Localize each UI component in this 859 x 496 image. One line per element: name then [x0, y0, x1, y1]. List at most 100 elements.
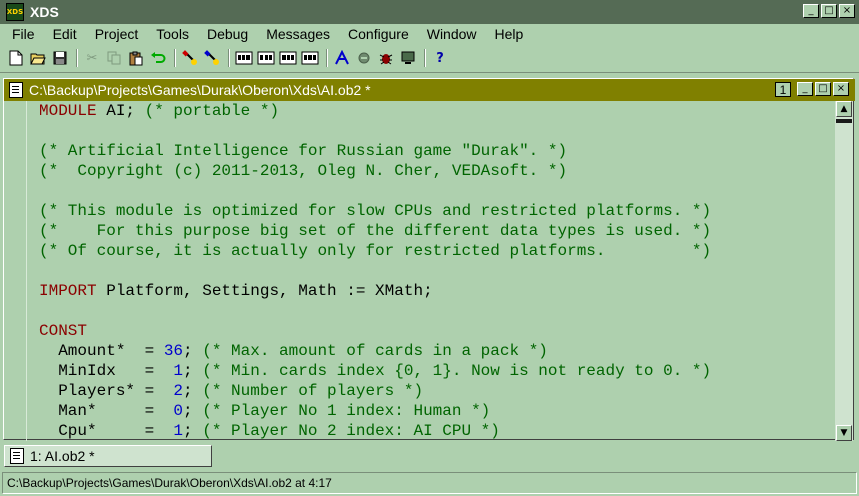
menu-project[interactable]: Project [86, 26, 148, 42]
build-icon-2[interactable] [256, 48, 276, 68]
menu-debug[interactable]: Debug [198, 26, 257, 42]
scroll-thumb[interactable] [836, 119, 852, 123]
code-line[interactable] [10, 261, 835, 281]
menu-tools[interactable]: Tools [147, 26, 198, 42]
stop-icon[interactable] [354, 48, 374, 68]
open-folder-icon[interactable] [28, 48, 48, 68]
new-file-icon[interactable] [6, 48, 26, 68]
editor-title-bar: C:\Backup\Projects\Games\Durak\Oberon\Xd… [4, 79, 855, 101]
xds-app-icon[interactable]: XDS [6, 3, 24, 21]
editor-window: C:\Backup\Projects\Games\Durak\Oberon\Xd… [3, 78, 855, 441]
undo-icon[interactable] [148, 48, 168, 68]
scroll-up-button[interactable]: ▲ [836, 101, 852, 117]
menu-file[interactable]: File [0, 26, 44, 42]
code-line[interactable] [10, 121, 835, 141]
code-token: ; [183, 402, 203, 420]
close-button[interactable]: × [839, 4, 855, 18]
build-icon-3[interactable] [278, 48, 298, 68]
menu-edit[interactable]: Edit [44, 26, 86, 42]
comment-token: (* Of course, it is actually only for re… [39, 242, 712, 260]
window-tab-ai-ob2[interactable]: 1: AI.ob2 * [4, 445, 212, 467]
code-line[interactable] [10, 301, 835, 321]
number-token: 36 [163, 342, 184, 360]
editor-minimize-button[interactable]: _ [797, 82, 813, 96]
number-token: 1 [173, 362, 184, 380]
document-icon [9, 82, 23, 98]
number-token: 1 [173, 422, 184, 440]
code-line[interactable]: (* Of course, it is actually only for re… [10, 241, 835, 261]
cut-icon[interactable]: ✂ [82, 48, 102, 68]
code-line[interactable]: (* For this purpose big set of the diffe… [10, 221, 835, 241]
menu-help[interactable]: Help [486, 26, 533, 42]
code-token: MinIdx = [39, 362, 174, 380]
code-line[interactable]: Players* = 2; (* Number of players *) [10, 381, 835, 401]
code-line[interactable]: (* This module is optimized for slow CPU… [10, 201, 835, 221]
toolbar: ✂ ? [0, 46, 859, 70]
code-token: ; [183, 362, 203, 380]
code-token: AI; [96, 102, 145, 120]
comment-token: (* Min. cards index {0, 1}. Now is not r… [202, 362, 712, 380]
code-token: ; [183, 422, 203, 440]
paste-icon[interactable] [126, 48, 146, 68]
build-icon-4[interactable] [300, 48, 320, 68]
number-token: 0 [173, 402, 184, 420]
code-line[interactable]: (* Artificial Intelligence for Russian g… [10, 141, 835, 161]
menu-window[interactable]: Window [418, 26, 486, 42]
comment-token: (* portable *) [144, 102, 280, 120]
menu-configure[interactable]: Configure [339, 26, 418, 42]
code-token: Platform, Settings, Math := XMath; [96, 282, 433, 300]
code-token: Cpu* = [39, 422, 174, 440]
copy-icon[interactable] [104, 48, 124, 68]
code-line[interactable]: MODULE AI; (* portable *) [10, 101, 835, 121]
menu-messages[interactable]: Messages [257, 26, 339, 42]
comment-token: (* Player No 2 index: AI CPU *) [202, 422, 500, 440]
code-line[interactable]: (* Copyright (c) 2011-2013, Oleg N. Cher… [10, 161, 835, 181]
mdi-divider [0, 72, 859, 73]
code-line[interactable]: Cpu* = 1; (* Player No 2 index: AI CPU *… [10, 421, 835, 441]
vertical-scrollbar[interactable]: ▲ ▼ [835, 101, 853, 441]
debug-run-icon[interactable] [332, 48, 352, 68]
code-line[interactable]: Man* = 0; (* Player No 1 index: Human *) [10, 401, 835, 421]
document-icon [10, 448, 24, 464]
comment-token: (* Artificial Intelligence for Russian g… [39, 142, 568, 160]
keyword-token: MODULE [39, 102, 97, 120]
comment-token: (* Max. amount of cards in a pack *) [202, 342, 548, 360]
monitor-icon[interactable] [398, 48, 418, 68]
editor-window-controls: 1 _ □ × [775, 82, 849, 97]
minimize-button[interactable]: _ [803, 4, 819, 18]
status-text: C:\Backup\Projects\Games\Durak\Oberon\Xd… [7, 476, 332, 490]
comment-token: (* Player No 1 index: Human *) [202, 402, 491, 420]
editor-maximize-button[interactable]: □ [815, 82, 831, 96]
code-area[interactable]: MODULE AI; (* portable *) (* Artificial I… [4, 101, 835, 441]
editor-close-button[interactable]: × [833, 82, 849, 96]
toolbar-separator [424, 49, 426, 67]
code-token: Man* = [39, 402, 174, 420]
code-line[interactable]: MinIdx = 1; (* Min. cards index {0, 1}. … [10, 361, 835, 381]
toolbar-separator [326, 49, 328, 67]
toolbar-separator [228, 49, 230, 67]
comment-token: (* This module is optimized for slow CPU… [39, 202, 712, 220]
bug-icon[interactable] [376, 48, 396, 68]
save-icon[interactable] [50, 48, 70, 68]
comment-token: (* Copyright (c) 2011-2013, Oleg N. Cher… [39, 162, 568, 180]
code-line[interactable] [10, 181, 835, 201]
app-title-bar: XDS XDS _ □ × [0, 0, 859, 24]
toolbar-separator [174, 49, 176, 67]
toolbar-separator [76, 49, 78, 67]
code-line[interactable]: IMPORT Platform, Settings, Math := XMath… [10, 281, 835, 301]
code-token: ; [183, 342, 203, 360]
scroll-down-button[interactable]: ▼ [836, 425, 852, 441]
comment-token: (* Number of players *) [202, 382, 424, 400]
compile-icon[interactable] [180, 48, 200, 68]
build-icon-1[interactable] [234, 48, 254, 68]
menu-bar: File Edit Project Tools Debug Messages C… [0, 24, 859, 44]
editor-file-path: C:\Backup\Projects\Games\Durak\Oberon\Xd… [29, 82, 371, 98]
code-line[interactable]: CONST [10, 321, 835, 341]
window-tab-label: 1: AI.ob2 * [30, 448, 95, 464]
maximize-button[interactable]: □ [821, 4, 837, 18]
make-icon[interactable] [202, 48, 222, 68]
number-token: 2 [173, 382, 184, 400]
app-window-controls: _ □ × [803, 4, 855, 18]
code-line[interactable]: Amount* = 36; (* Max. amount of cards in… [10, 341, 835, 361]
help-icon[interactable]: ? [430, 48, 450, 68]
